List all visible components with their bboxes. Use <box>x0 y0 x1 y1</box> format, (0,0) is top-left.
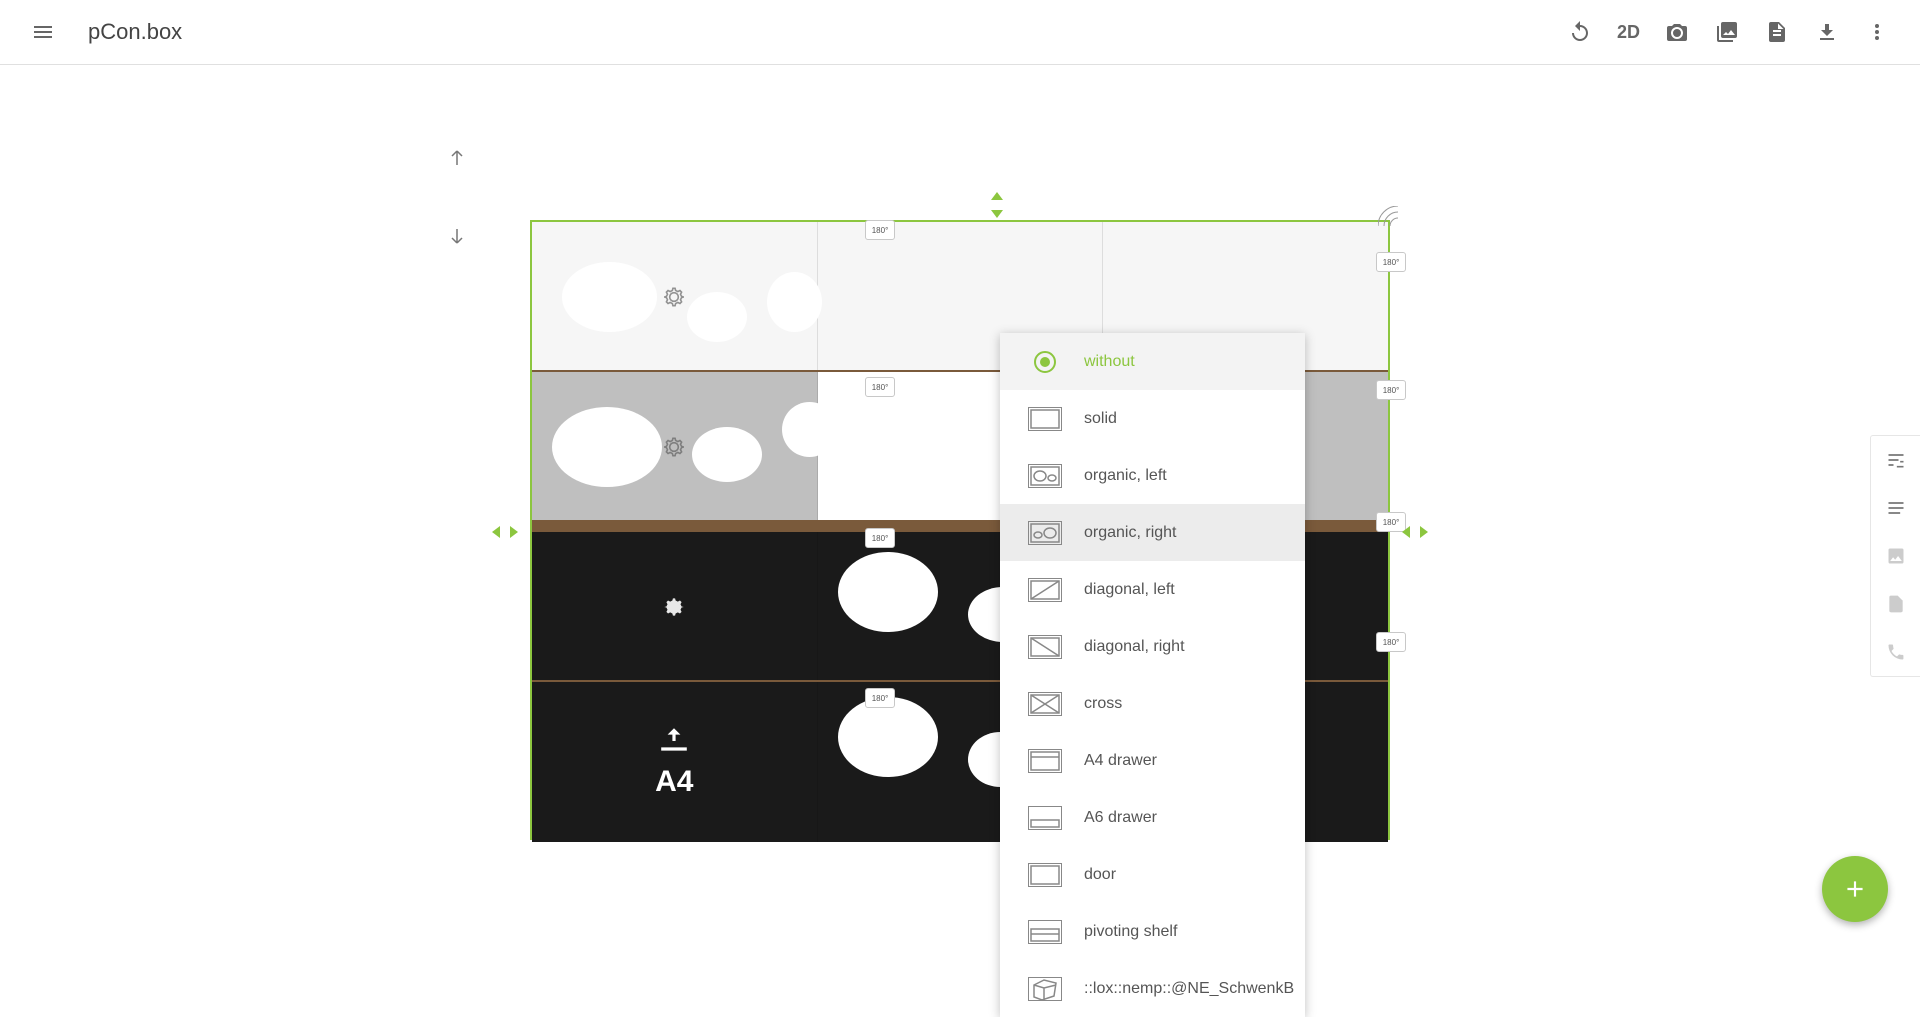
front-option-schwenkb[interactable]: ::lox::nemp::@NE_SchwenkB <box>1000 960 1305 1017</box>
flip-badge[interactable]: 180° <box>865 528 895 548</box>
flip-badge[interactable]: 180° <box>1376 380 1406 400</box>
option-thumb <box>1028 749 1062 773</box>
phone-icon <box>1871 628 1920 676</box>
option-label: solid <box>1084 410 1117 428</box>
front-option-door[interactable]: door <box>1000 846 1305 903</box>
front-option-a6_drawer[interactable]: A6 drawer <box>1000 789 1305 846</box>
add-button[interactable] <box>1822 856 1888 922</box>
front-type-menu: without solid organic, left organic, right d… <box>1000 333 1305 1017</box>
front-option-pivoting_shelf[interactable]: pivoting shelf <box>1000 903 1305 960</box>
option-label: A4 drawer <box>1084 752 1157 770</box>
option-thumb <box>1028 692 1062 716</box>
option-label: door <box>1084 866 1116 884</box>
option-label: A6 drawer <box>1084 809 1157 827</box>
app-title: pCon.box <box>88 19 182 45</box>
front-option-organic_left[interactable]: organic, left <box>1000 447 1305 504</box>
fan-handle[interactable] <box>1378 206 1406 228</box>
shelf-cell[interactable]: A4 <box>532 682 818 842</box>
page-icon <box>1871 580 1920 628</box>
tune-icon[interactable] <box>1871 436 1920 484</box>
side-rail <box>1870 435 1920 677</box>
nav-arrows <box>445 145 469 249</box>
camera-icon[interactable] <box>1664 19 1690 45</box>
app-header: pCon.box 2D <box>0 0 1920 65</box>
gallery-icon[interactable] <box>1714 19 1740 45</box>
download-icon[interactable] <box>1814 19 1840 45</box>
option-thumb <box>1028 920 1062 944</box>
flip-badge[interactable]: 180° <box>865 220 895 240</box>
option-thumb <box>1028 806 1062 830</box>
list-icon[interactable] <box>1871 484 1920 532</box>
option-thumb <box>1028 521 1062 545</box>
shelf-cell[interactable] <box>532 532 818 682</box>
gear-icon[interactable] <box>661 434 687 460</box>
front-option-solid[interactable]: solid <box>1000 390 1305 447</box>
option-thumb <box>1028 407 1062 431</box>
front-option-without[interactable]: without <box>1000 333 1305 390</box>
rotate-handle-left[interactable] <box>492 522 518 542</box>
up-arrow-icon[interactable] <box>445 145 469 169</box>
front-option-diagonal_right[interactable]: diagonal, right <box>1000 618 1305 675</box>
front-option-organic_right[interactable]: organic, right <box>1000 504 1305 561</box>
front-option-diagonal_left[interactable]: diagonal, left <box>1000 561 1305 618</box>
canvas[interactable]: A4 180° 180° 180° 180° 180° 180° 180° 18… <box>0 65 1920 954</box>
gear-icon[interactable] <box>661 594 687 620</box>
resize-handle-top[interactable] <box>987 192 1007 218</box>
option-label: diagonal, right <box>1084 638 1185 656</box>
front-option-cross[interactable]: cross <box>1000 675 1305 732</box>
shelf-cell[interactable] <box>532 372 818 522</box>
option-thumb <box>1028 635 1062 659</box>
image-icon <box>1871 532 1920 580</box>
option-label: cross <box>1084 695 1122 713</box>
option-thumb <box>1028 977 1062 1001</box>
gear-icon[interactable] <box>661 284 687 310</box>
option-thumb <box>1028 578 1062 602</box>
radio-selected-icon <box>1034 351 1056 373</box>
option-label: diagonal, left <box>1084 581 1175 599</box>
flip-badge[interactable]: 180° <box>1376 252 1406 272</box>
document-icon[interactable] <box>1764 19 1790 45</box>
more-icon[interactable] <box>1864 19 1890 45</box>
down-arrow-icon[interactable] <box>445 225 469 249</box>
flip-badge[interactable]: 180° <box>865 377 895 397</box>
option-label: pivoting shelf <box>1084 923 1177 941</box>
menu-icon[interactable] <box>30 19 56 45</box>
undo-icon[interactable] <box>1567 19 1593 45</box>
option-thumb <box>1028 464 1062 488</box>
view-mode-toggle[interactable]: 2D <box>1617 22 1640 43</box>
flip-badge[interactable]: 180° <box>865 688 895 708</box>
option-label: organic, left <box>1084 467 1167 485</box>
a4-drawer-indicator: A4 <box>654 725 694 799</box>
option-label: without <box>1084 353 1135 371</box>
shelf-cell[interactable] <box>532 222 818 372</box>
rotate-handle-right[interactable] <box>1402 522 1428 542</box>
option-label: ::lox::nemp::@NE_SchwenkB <box>1084 980 1294 998</box>
option-thumb <box>1028 863 1062 887</box>
option-label: organic, right <box>1084 524 1177 542</box>
front-option-a4_drawer[interactable]: A4 drawer <box>1000 732 1305 789</box>
flip-badge[interactable]: 180° <box>1376 632 1406 652</box>
